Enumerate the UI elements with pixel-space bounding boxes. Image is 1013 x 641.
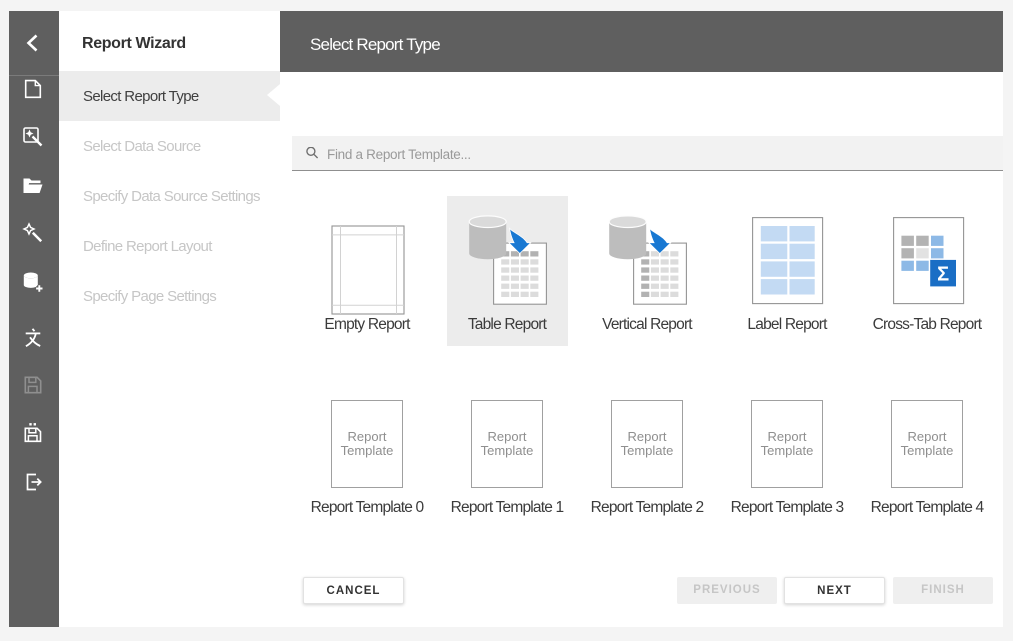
svg-text:Σ: Σ	[937, 263, 949, 285]
